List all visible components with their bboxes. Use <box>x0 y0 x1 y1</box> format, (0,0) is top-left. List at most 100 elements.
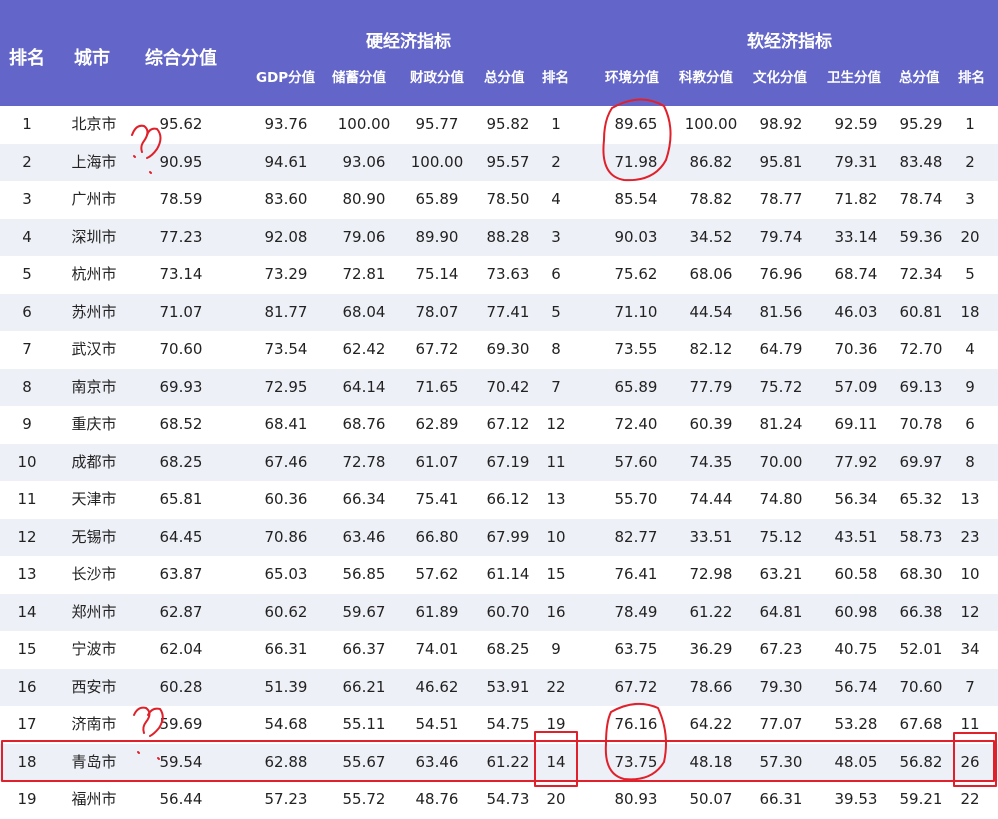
cell-env: 73.75 <box>614 752 658 771</box>
cell-gdp: 73.29 <box>264 265 308 283</box>
cell-savings: 55.11 <box>342 715 386 733</box>
cell-fiscal: 65.89 <box>415 190 459 208</box>
cell-composite: 73.14 <box>159 265 203 283</box>
cell-composite: 59.69 <box>159 715 203 733</box>
cell-gdp: 72.95 <box>264 377 308 396</box>
cell-city: 天津市 <box>71 490 117 508</box>
cell-edu: 50.07 <box>689 790 733 808</box>
cell-hard-rank: 22 <box>546 677 566 696</box>
cell-hard-rank: 20 <box>546 790 566 808</box>
cell-env: 82.77 <box>614 527 658 546</box>
cell-fiscal: 75.14 <box>415 265 459 283</box>
cell-city: 成都市 <box>71 452 117 471</box>
cell-culture: 75.12 <box>759 527 803 546</box>
cell-gdp: 57.23 <box>264 790 308 808</box>
cell-city: 南京市 <box>71 377 117 396</box>
cell-hard-rank: 16 <box>546 602 566 621</box>
cell-soft-rank: 3 <box>965 190 975 208</box>
cell-hard-rank: 2 <box>551 152 561 171</box>
cell-composite: 62.87 <box>159 602 203 621</box>
table-row: 7 武汉市 70.60 73.54 62.42 67.72 69.30 8 73.55 82.12… <box>0 331 998 369</box>
cell-culture: 64.81 <box>759 602 803 621</box>
cell-hard-rank: 9 <box>551 640 561 658</box>
cell-fiscal: 54.51 <box>415 715 459 733</box>
cell-env: 71.98 <box>614 152 658 171</box>
cell-gdp: 93.76 <box>264 115 308 133</box>
header-city: 城市 <box>74 48 110 69</box>
cell-hard-rank: 1 <box>551 115 561 133</box>
cell-edu: 64.22 <box>689 715 733 733</box>
cell-hard-rank: 3 <box>551 227 561 246</box>
cell-fiscal: 89.90 <box>415 227 459 246</box>
table-row: 10 成都市 68.25 67.46 72.78 61.07 67.19 11 57.60 74.… <box>0 443 998 481</box>
cell-composite: 71.07 <box>159 302 203 321</box>
cell-env: 89.65 <box>614 115 658 133</box>
header-culture: 文化分值 <box>753 70 807 86</box>
table-row: 14 郑州市 62.87 60.62 59.67 61.89 60.70 16 78.49 61.… <box>0 593 998 631</box>
cell-savings: 72.78 <box>342 452 386 471</box>
cell-savings: 66.34 <box>342 490 386 508</box>
table-row: 4 深圳市 77.23 92.08 79.06 89.90 88.28 3 90.03 34.52… <box>0 218 998 256</box>
table-row: 9 重庆市 68.52 68.41 68.76 62.89 67.12 12 72.40 60.3… <box>0 406 998 444</box>
cell-gdp: 92.08 <box>264 227 308 246</box>
cell-edu: 68.06 <box>689 265 733 283</box>
cell-culture: 81.24 <box>759 415 803 433</box>
cell-city: 青岛市 <box>71 752 117 771</box>
cell-culture: 66.31 <box>759 790 803 808</box>
cell-city: 长沙市 <box>71 565 117 583</box>
cell-composite: 62.04 <box>159 640 203 658</box>
cell-city: 武汉市 <box>71 340 117 358</box>
cell-env: 57.60 <box>614 452 658 471</box>
cell-city: 广州市 <box>71 190 117 208</box>
cell-fiscal: 95.77 <box>415 115 459 133</box>
cell-culture: 63.21 <box>759 565 803 583</box>
table-header: 排名 城市 综合分值 硬经济指标 软经济指标 GDP分值 储蓄分值 财政分值 总… <box>0 0 998 106</box>
cell-fiscal: 61.89 <box>415 602 459 621</box>
cell-savings: 59.67 <box>342 602 386 621</box>
cell-savings: 80.90 <box>342 190 386 208</box>
cell-env: 85.54 <box>614 190 658 208</box>
cell-edu: 34.52 <box>689 227 733 246</box>
cell-edu: 100.00 <box>684 115 738 133</box>
cell-env: 78.49 <box>614 602 658 621</box>
cell-culture: 78.77 <box>759 190 803 208</box>
cell-savings: 79.06 <box>342 227 386 246</box>
cell-soft-rank: 13 <box>960 490 980 508</box>
cell-city: 重庆市 <box>71 415 117 433</box>
header-soft-total: 总分值 <box>899 70 940 86</box>
cell-gdp: 51.39 <box>264 677 308 696</box>
cell-gdp: 83.60 <box>264 190 308 208</box>
cell-fiscal: 78.07 <box>415 302 459 321</box>
header-composite: 综合分值 <box>145 48 217 69</box>
cell-soft-rank: 4 <box>965 340 975 358</box>
cell-hard-rank: 10 <box>546 527 566 546</box>
cell-city: 郑州市 <box>71 602 117 621</box>
cell-hard-rank: 6 <box>551 265 561 283</box>
cell-soft-rank: 23 <box>960 527 980 546</box>
cell-culture: 74.80 <box>759 490 803 508</box>
cell-edu: 77.79 <box>689 377 733 396</box>
cell-culture: 67.23 <box>759 640 803 658</box>
cell-savings: 66.21 <box>342 677 386 696</box>
cell-soft-rank: 10 <box>960 565 980 583</box>
cell-env: 90.03 <box>614 227 658 246</box>
header-rank: 排名 <box>9 48 45 69</box>
header-health: 卫生分值 <box>827 70 881 86</box>
header-soft-rank: 排名 <box>958 70 985 86</box>
cell-soft-rank: 5 <box>965 265 975 283</box>
cell-soft-rank: 34 <box>960 640 980 658</box>
cell-savings: 68.04 <box>342 302 386 321</box>
cell-savings: 72.81 <box>342 265 386 283</box>
cell-edu: 48.18 <box>689 752 733 771</box>
cell-composite: 59.54 <box>159 752 203 771</box>
cell-edu: 44.54 <box>689 302 733 321</box>
cell-soft-rank: 12 <box>960 602 980 621</box>
cell-savings: 56.85 <box>342 565 386 583</box>
cell-composite: 65.81 <box>159 490 203 508</box>
cell-env: 65.89 <box>614 377 658 396</box>
cell-gdp: 60.36 <box>264 490 308 508</box>
cell-culture: 77.07 <box>759 715 803 733</box>
cell-fiscal: 66.80 <box>415 527 459 546</box>
cell-edu: 74.44 <box>689 490 733 508</box>
cell-fiscal: 46.62 <box>415 677 459 696</box>
